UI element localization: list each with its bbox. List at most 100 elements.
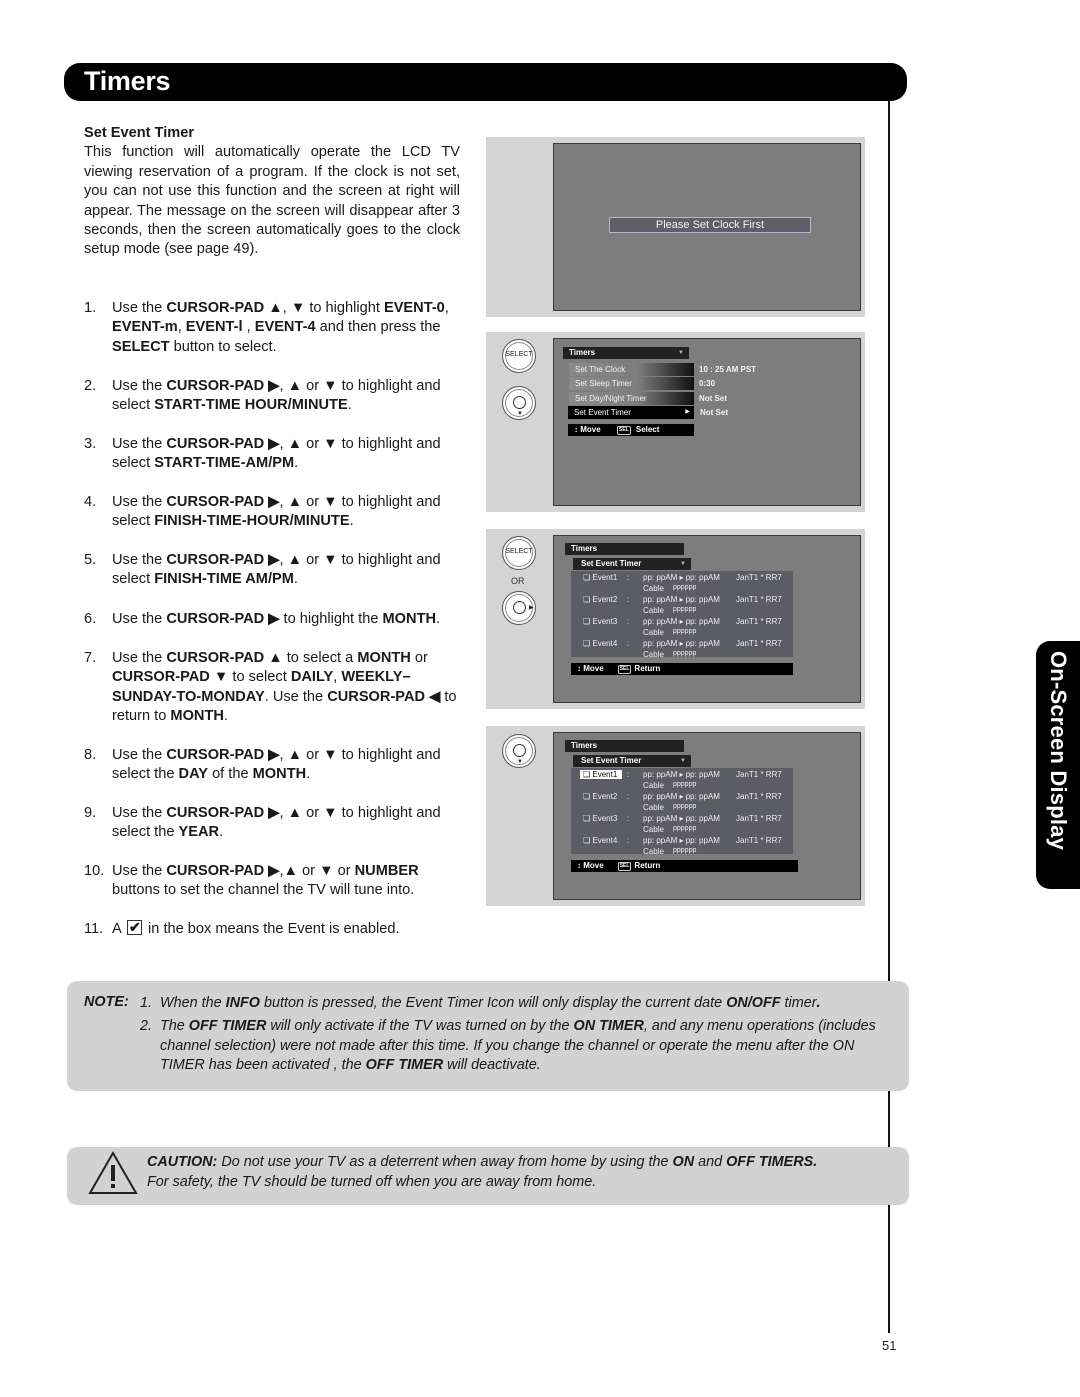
- event-date: JanT1 * RR7: [736, 770, 782, 779]
- event-source: Cable: [643, 650, 664, 659]
- event-row[interactable]: ❏ Event2: pp: ppAM ▸ pp: ppAM JanT1 * RR7 C…: [583, 792, 788, 814]
- event-times: pp: ppAM ▸ pp: ppAM: [643, 770, 720, 779]
- event-date: JanT1 * RR7: [736, 617, 782, 626]
- event-row[interactable]: ❏ Event1: pp: ppAM ▸ pp: ppAM JanT1 * RR7 C…: [580, 770, 788, 792]
- event-row[interactable]: ❏ Event1: pp: ppAM ▸ pp: ppAM JanT1 * RR7 C…: [583, 573, 788, 595]
- footer-move-label: Move: [583, 861, 604, 870]
- step-text: A in the box means the Event is enabled.: [112, 918, 464, 939]
- step-text: Use the CURSOR-PAD ▶, ▲ or ▼ to highligh…: [112, 747, 441, 783]
- timers-menu-item[interactable]: Set The Clock: [569, 363, 694, 376]
- footer-move-label: Move: [580, 425, 601, 434]
- cursor-pad-down[interactable]: ▼: [502, 734, 536, 768]
- note-number: 2.: [140, 1018, 153, 1034]
- event-row[interactable]: ❏ Event4: pp: ppAM ▸ pp: ppAM JanT1 * RR7 C…: [583, 639, 788, 661]
- event-row[interactable]: ❏ Event3: pp: ppAM ▸ pp: ppAM JanT1 * RR7 C…: [583, 814, 788, 836]
- cursor-ring-icon: [513, 396, 526, 409]
- event-channel: pppppp: [673, 803, 697, 810]
- note-text: When the INFO button is pressed, the Eve…: [160, 995, 821, 1011]
- select-button[interactable]: SELECT: [502, 536, 536, 570]
- event-menu-subtitle: Set Event Timer ▼: [573, 755, 691, 767]
- event-source: Cable: [643, 781, 664, 790]
- event-times: pp: ppAM ▸ pp: ppAM: [643, 639, 720, 648]
- arrow-right-icon: ▶: [529, 605, 534, 611]
- footer-action-label: Return: [634, 664, 661, 673]
- event-times: pp: ppAM ▸ pp: ppAM: [643, 573, 720, 582]
- separator: :: [627, 836, 630, 845]
- cursor-ring-icon: [513, 744, 526, 757]
- event-date: JanT1 * RR7: [736, 814, 782, 823]
- intro-paragraph: This function will automatically operate…: [84, 144, 460, 258]
- step-number: 3.: [84, 436, 97, 452]
- step-text: Use the CURSOR-PAD ▶ to highlight the MO…: [112, 611, 441, 627]
- event-channel: pppppp: [673, 628, 697, 635]
- note-label: NOTE:: [84, 994, 129, 1010]
- event-source: Cable: [643, 584, 664, 593]
- event-times: pp: ppAM ▸ pp: ppAM: [643, 617, 720, 626]
- event-checkbox-label[interactable]: ❏ Event2: [583, 792, 617, 801]
- event-date: JanT1 * RR7: [736, 639, 782, 648]
- separator: :: [627, 792, 630, 801]
- event-checkbox-label[interactable]: ❏ Event3: [583, 617, 617, 626]
- or-label: OR: [511, 576, 525, 586]
- event-date: JanT1 * RR7: [736, 792, 782, 801]
- footer-action-label: Select: [635, 425, 660, 434]
- event-times: pp: ppAM ▸ pp: ppAM: [643, 792, 720, 801]
- event-channel: pppppp: [673, 584, 697, 591]
- event-row[interactable]: ❏ Event2: pp: ppAM ▸ pp: ppAM JanT1 * RR7 C…: [583, 595, 788, 617]
- menu-item-label: Set Event Timer: [574, 407, 631, 417]
- step-text: Use the CURSOR-PAD ▶,▲ or ▼ or NUMBER bu…: [112, 863, 419, 899]
- timers-menu-title-text: Timers: [569, 348, 596, 357]
- separator: :: [627, 617, 630, 626]
- event-checkbox-label[interactable]: ❏ Event3: [583, 814, 617, 823]
- step-text: Use the CURSOR-PAD ▶, ▲ or ▼ to highligh…: [112, 378, 441, 414]
- select-button[interactable]: SELECT: [502, 339, 536, 373]
- event-checkbox-label[interactable]: ❏ Event1: [580, 770, 623, 779]
- event-times: pp: ppAM ▸ pp: ppAM: [643, 836, 720, 845]
- separator: :: [627, 814, 630, 823]
- move-arrows-icon: ↕: [574, 425, 578, 434]
- event-row[interactable]: ❏ Event4: pp: ppAM ▸ pp: ppAM JanT1 * RR7 C…: [583, 836, 788, 858]
- event-checkbox-label[interactable]: ❏ Event4: [583, 639, 617, 648]
- page-title: Timers: [84, 66, 171, 96]
- event-source: Cable: [643, 803, 664, 812]
- event-menu-footer: ↕ Move SEL Return: [571, 663, 793, 675]
- select-button-label: SELECT: [505, 548, 533, 555]
- separator: :: [627, 639, 630, 648]
- menu-item-label: Set The Clock: [575, 365, 626, 374]
- event-checkbox-label[interactable]: ❏ Event4: [583, 836, 617, 845]
- cursor-pad-down[interactable]: ▼: [502, 386, 536, 420]
- step-text: Use the CURSOR-PAD ▶, ▲ or ▼ to highligh…: [112, 494, 441, 530]
- sel-key-icon: SEL: [616, 426, 631, 435]
- step-text: Use the CURSOR-PAD ▲ to select a MONTH o…: [112, 650, 457, 725]
- event-channel: pppppp: [673, 847, 697, 854]
- cursor-pad-right[interactable]: ▶: [502, 591, 536, 625]
- event-source: Cable: [643, 606, 664, 615]
- step-number: 7.: [84, 650, 97, 666]
- event-menu-title: Timers: [565, 543, 684, 555]
- event-checkbox-label[interactable]: ❏ Event1: [583, 573, 617, 582]
- step-number: 8.: [84, 747, 97, 763]
- submenu-arrow-icon: ▶: [685, 408, 690, 415]
- event-date: JanT1 * RR7: [736, 573, 782, 582]
- event-menu-subtitle-text: Set Event Timer: [581, 756, 642, 765]
- timers-menu-item[interactable]: Set Sleep Timer: [569, 377, 694, 391]
- arrow-down-icon: ▼: [517, 411, 523, 417]
- menu-item-value: Not Set: [699, 393, 727, 403]
- timers-menu-item[interactable]: Set Event Timer ▶: [568, 405, 694, 419]
- note-number: 1.: [140, 995, 153, 1011]
- arrow-down-icon: ▼: [517, 759, 523, 765]
- event-source: Cable: [643, 847, 664, 856]
- event-channel: pppppp: [673, 825, 697, 832]
- section-tab-label: On-Screen Display: [1046, 651, 1071, 851]
- timers-menu-item[interactable]: Set Day/Night Timer: [569, 391, 694, 405]
- event-channel: pppppp: [673, 781, 697, 788]
- menu-item-label: Set Sleep Timer: [575, 379, 632, 389]
- event-checkbox-label[interactable]: ❏ Event2: [583, 595, 617, 604]
- event-row[interactable]: ❏ Event3: pp: ppAM ▸ pp: ppAM JanT1 * RR7 C…: [583, 617, 788, 639]
- page-header-bar: Timers: [64, 63, 907, 101]
- menu-item-label: Set Day/Night Timer: [575, 393, 647, 403]
- event-date: JanT1 * RR7: [736, 836, 782, 845]
- menu-item-value: 0:30: [699, 379, 716, 389]
- step-text: Use the CURSOR-PAD ▶, ▲ or ▼ to highligh…: [112, 436, 441, 472]
- event-menu-footer: ↕ Move SEL Return: [571, 860, 798, 872]
